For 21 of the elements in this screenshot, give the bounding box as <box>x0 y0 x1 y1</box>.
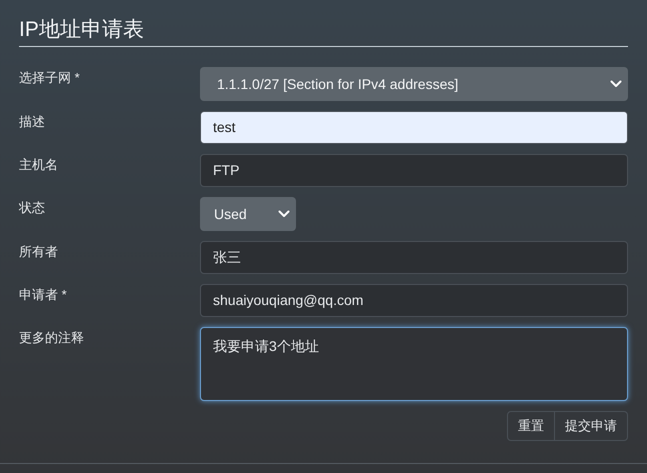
chevron-down-icon <box>278 210 290 218</box>
input-field[interactable]: shuaiyouqiang@qq.com <box>200 284 628 317</box>
form-title: IP地址申请表 <box>19 16 628 47</box>
field-label: 描述 <box>19 113 46 131</box>
field-label: 申请者 * <box>19 286 68 304</box>
field-label: 主机名 <box>19 156 59 174</box>
reset-button[interactable]: 重置 <box>507 411 555 441</box>
input-field[interactable]: test <box>200 111 628 144</box>
input-field[interactable]: FTP <box>200 154 628 187</box>
submit-button[interactable]: 提交申请 <box>555 411 628 441</box>
select-value: 1.1.1.0/27 [Section for IPv4 addresses] <box>217 74 458 94</box>
select-field[interactable]: 1.1.1.0/27 [Section for IPv4 addresses] <box>200 67 628 101</box>
input-field[interactable]: 张三 <box>200 241 628 274</box>
field-label: 更多的注释 <box>19 329 85 347</box>
select-field[interactable]: Used <box>200 197 296 231</box>
textarea-field[interactable]: 我要申请3个地址 <box>200 327 628 401</box>
select-value: Used <box>214 204 247 224</box>
chevron-down-icon <box>610 80 622 88</box>
field-label: 所有者 <box>19 243 59 261</box>
field-label: 选择子网 * <box>19 69 81 87</box>
field-label: 状态 <box>19 199 46 217</box>
